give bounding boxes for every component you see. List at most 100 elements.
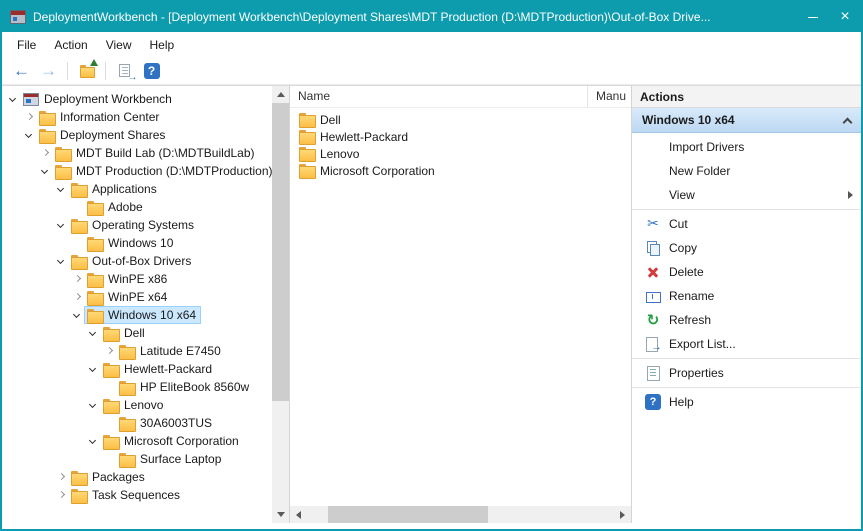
chevron-right-icon[interactable] <box>23 111 35 123</box>
action-cut[interactable]: Cut <box>632 212 861 236</box>
column-header-name[interactable]: Name <box>290 86 588 107</box>
list-item-hewlett-packard[interactable]: Hewlett-Packard <box>290 128 631 145</box>
chevron-right-icon[interactable] <box>39 147 51 159</box>
chevron-down-icon[interactable] <box>87 399 99 411</box>
tree-item-hp-elitebook-8560w[interactable]: HP EliteBook 8560w <box>4 378 272 396</box>
tree-item-hewlett-packard[interactable]: Hewlett-Packard <box>4 360 272 378</box>
chevron-down-icon[interactable] <box>7 93 19 105</box>
chevron-down-icon[interactable] <box>87 435 99 447</box>
folder-icon <box>103 399 119 412</box>
list-item-dell[interactable]: Dell <box>290 111 631 128</box>
chevron-right-icon[interactable] <box>55 489 67 501</box>
collapse-group-icon[interactable] <box>843 117 853 127</box>
action-view[interactable]: View <box>632 183 861 207</box>
tree-item-task-sequences[interactable]: Task Sequences <box>4 486 272 504</box>
refresh-icon <box>645 312 661 328</box>
scroll-thumb[interactable] <box>328 506 488 523</box>
chevron-down-icon[interactable] <box>55 183 67 195</box>
chevron-spacer <box>103 381 115 393</box>
scroll-right-icon <box>620 511 625 519</box>
tree-item-surface-laptop[interactable]: Surface Laptop <box>4 450 272 468</box>
tree-vertical-scrollbar[interactable] <box>272 86 289 523</box>
action-copy[interactable]: Copy <box>632 236 861 260</box>
folder-icon <box>299 130 315 143</box>
toolbar-help-button[interactable] <box>138 59 165 83</box>
column-header-manufacturer[interactable]: Manu <box>588 86 631 107</box>
chevron-down-icon[interactable] <box>23 129 35 141</box>
tree-item-adobe[interactable]: Adobe <box>4 198 272 216</box>
folder-icon <box>39 129 55 142</box>
folder-icon <box>299 147 315 160</box>
menu-action[interactable]: Action <box>45 35 96 55</box>
tree-item-latitude-e7450[interactable]: Latitude E7450 <box>4 342 272 360</box>
tree-item-winpe-x86[interactable]: WinPE x86 <box>4 270 272 288</box>
tree-item-mdt-build-lab-d-mdtbuildlab[interactable]: MDT Build Lab (D:\MDTBuildLab) <box>4 144 272 162</box>
action-label: Import Drivers <box>669 140 744 154</box>
list-item-lenovo[interactable]: Lenovo <box>290 145 631 162</box>
tree-item-operating-systems[interactable]: Operating Systems <box>4 216 272 234</box>
submenu-arrow-icon <box>848 191 853 199</box>
scroll-track[interactable] <box>272 103 289 506</box>
tree-item-winpe-x64[interactable]: WinPE x64 <box>4 288 272 306</box>
action-properties[interactable]: Properties <box>632 361 861 385</box>
scroll-up-button[interactable] <box>272 86 289 103</box>
toolbar-forward-button[interactable] <box>35 59 62 83</box>
menu-help[interactable]: Help <box>141 35 184 55</box>
tree-item-label: Hewlett-Packard <box>124 362 212 376</box>
tree-item-dell[interactable]: Dell <box>4 324 272 342</box>
action-rename[interactable]: Rename <box>632 284 861 308</box>
chevron-down-icon[interactable] <box>87 363 99 375</box>
list-header: Name Manu <box>290 86 631 108</box>
menu-view[interactable]: View <box>97 35 141 55</box>
action-new-folder[interactable]: New Folder <box>632 159 861 183</box>
menu-file[interactable]: File <box>8 35 45 55</box>
chevron-down-icon[interactable] <box>39 165 51 177</box>
list-item-label: Microsoft Corporation <box>320 164 435 178</box>
tree-item-label: Latitude E7450 <box>140 344 221 358</box>
tree-item-microsoft-corporation[interactable]: Microsoft Corporation <box>4 432 272 450</box>
action-refresh[interactable]: Refresh <box>632 308 861 332</box>
chevron-right-icon[interactable] <box>103 345 115 357</box>
folder-icon <box>55 165 71 178</box>
help-icon <box>645 394 661 410</box>
list-item-microsoft-corporation[interactable]: Microsoft Corporation <box>290 162 631 179</box>
scroll-down-icon <box>277 512 285 517</box>
tree-item-30a6003tus[interactable]: 30A6003TUS <box>4 414 272 432</box>
scroll-thumb[interactable] <box>272 103 289 401</box>
action-export-list[interactable]: Export List... <box>632 332 861 356</box>
scroll-track[interactable] <box>307 506 614 523</box>
chevron-down-icon[interactable] <box>71 309 83 321</box>
action-help[interactable]: Help <box>632 390 861 414</box>
tree-item-content: Deployment Shares <box>36 126 170 144</box>
scroll-right-button[interactable] <box>614 506 631 523</box>
action-delete[interactable]: Delete <box>632 260 861 284</box>
action-import-drivers[interactable]: Import Drivers <box>632 135 861 159</box>
tree-item-windows-10-x64[interactable]: Windows 10 x64 <box>4 306 272 324</box>
tree-item-deployment-workbench[interactable]: Deployment Workbench <box>4 90 272 108</box>
scroll-left-button[interactable] <box>290 506 307 523</box>
list-horizontal-scrollbar[interactable] <box>290 506 631 523</box>
chevron-down-icon[interactable] <box>55 219 67 231</box>
toolbar-export-list-button[interactable]: → <box>111 59 138 83</box>
close-button[interactable]: × <box>829 2 861 32</box>
chevron-right-icon[interactable] <box>71 273 83 285</box>
actions-group-header[interactable]: Windows 10 x64 <box>632 108 861 133</box>
tree-item-deployment-shares[interactable]: Deployment Shares <box>4 126 272 144</box>
tree-item-information-center[interactable]: Information Center <box>4 108 272 126</box>
chevron-down-icon[interactable] <box>55 255 67 267</box>
chevron-down-icon[interactable] <box>87 327 99 339</box>
chevron-right-icon[interactable] <box>55 471 67 483</box>
tree-item-mdt-production-d-mdtproduction[interactable]: MDT Production (D:\MDTProduction) <box>4 162 272 180</box>
tree-item-applications[interactable]: Applications <box>4 180 272 198</box>
actions-separator <box>632 387 861 388</box>
action-label: New Folder <box>669 164 730 178</box>
tree-item-packages[interactable]: Packages <box>4 468 272 486</box>
tree-item-windows-10[interactable]: Windows 10 <box>4 234 272 252</box>
scroll-down-button[interactable] <box>272 506 289 523</box>
minimize-button[interactable] <box>797 2 829 32</box>
tree-item-lenovo[interactable]: Lenovo <box>4 396 272 414</box>
tree-item-out-of-box-drivers[interactable]: Out-of-Box Drivers <box>4 252 272 270</box>
chevron-right-icon[interactable] <box>71 291 83 303</box>
toolbar-up-one-level-button[interactable] <box>73 59 100 83</box>
toolbar-back-button[interactable] <box>8 59 35 83</box>
